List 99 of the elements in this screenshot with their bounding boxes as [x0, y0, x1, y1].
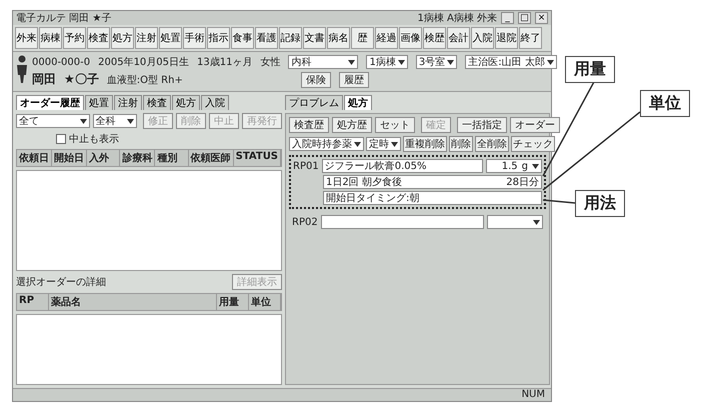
- toolbar-button[interactable]: 注射: [135, 27, 158, 49]
- toolbar-button[interactable]: 看護: [255, 27, 278, 49]
- toolbar-button[interactable]: 記録: [279, 27, 302, 49]
- checkbox-label: 中止も表示: [69, 132, 119, 146]
- drug-field[interactable]: ジフラール軟膏0.05%: [322, 159, 483, 173]
- caret-icon: [80, 118, 87, 124]
- amount-field[interactable]: [487, 215, 543, 229]
- window-title: 電子カルテ 岡田 ★子: [16, 12, 112, 25]
- edit-button[interactable]: チェック: [511, 136, 555, 152]
- status-text: 1病棟 A病棟 外来: [417, 12, 497, 25]
- order-button[interactable]: セット: [375, 117, 415, 133]
- toolbar-button[interactable]: 歴: [351, 27, 374, 49]
- toolbar-button[interactable]: 検査: [87, 27, 110, 49]
- column-header: 用量: [216, 294, 249, 310]
- column-header: 依頼医師: [188, 150, 234, 166]
- toolbar-button[interactable]: 予約: [63, 27, 86, 49]
- amount-field[interactable]: 1.5 g: [486, 159, 542, 173]
- tab[interactable]: 注射: [114, 95, 142, 110]
- tab[interactable]: 処方: [172, 95, 200, 110]
- edit-button[interactable]: 重複削除: [403, 136, 447, 152]
- edit-button[interactable]: 削除: [449, 136, 473, 152]
- patient-family-name: 岡田: [32, 71, 56, 88]
- toolbar-button[interactable]: 指示: [207, 27, 230, 49]
- caret-icon: [127, 118, 134, 124]
- caret-icon: [391, 142, 398, 146]
- tab[interactable]: 処置: [85, 95, 113, 110]
- tab[interactable]: プロブレム: [285, 95, 343, 110]
- column-header: 依頼日: [17, 150, 52, 166]
- order-button[interactable]: 一括指定: [457, 117, 507, 133]
- usage-field[interactable]: 1日2回 朝夕食後 28日分: [323, 175, 542, 189]
- caret-icon: [348, 60, 356, 64]
- type-select[interactable]: 入院時持参薬: [289, 137, 364, 151]
- department-select[interactable]: 内科: [288, 55, 358, 69]
- filter-select[interactable]: 全科: [92, 114, 137, 128]
- caret-icon: [398, 60, 405, 64]
- toolbar-button[interactable]: 食事: [231, 27, 254, 49]
- column-header: 種別: [155, 150, 189, 166]
- toolbar-button[interactable]: 処方: [111, 27, 134, 49]
- toolbar-button[interactable]: 病棟: [39, 27, 62, 49]
- age-text: 13歳11ヶ月: [197, 56, 252, 69]
- room-select[interactable]: 3号室: [416, 55, 458, 69]
- order-button[interactable]: 検査歴: [289, 117, 329, 133]
- toolbar-button[interactable]: 退院: [495, 27, 518, 49]
- timing-field[interactable]: 開始日タイミング:朝: [323, 191, 542, 205]
- column-header: 薬品名: [49, 294, 217, 310]
- column-header: 単位: [248, 294, 281, 310]
- rp-label: RP02: [292, 216, 318, 228]
- patient-button[interactable]: 履歴: [338, 72, 369, 88]
- toolbar-button[interactable]: 画像: [399, 27, 422, 49]
- ward-select[interactable]: 1病棟: [366, 55, 408, 69]
- column-header: STATUS: [234, 150, 282, 166]
- tab[interactable]: 検査: [143, 95, 171, 110]
- toolbar-button[interactable]: 文書: [303, 27, 326, 49]
- leader-line: [543, 200, 575, 203]
- caret-icon: [546, 60, 554, 64]
- tab[interactable]: オーダー履歴: [16, 95, 84, 110]
- type-select[interactable]: 定時: [366, 137, 401, 151]
- window-control-button[interactable]: ×: [535, 12, 548, 24]
- caret-icon: [532, 164, 539, 168]
- toolbar-button[interactable]: 病名: [327, 27, 350, 49]
- status-text: NUM: [522, 389, 545, 401]
- caret-icon: [447, 60, 454, 64]
- toolbar-button[interactable]: 入院: [471, 27, 494, 49]
- checkbox[interactable]: [56, 134, 66, 144]
- callout-label: 用法: [575, 190, 625, 217]
- toolbar-button[interactable]: 手術: [183, 27, 206, 49]
- order-button[interactable]: オーダー: [510, 117, 560, 133]
- blood-type: 血液型:O型 Rh+: [106, 74, 183, 86]
- birth-date: 2005年10月05日生: [98, 56, 190, 69]
- column-header: 開始日: [52, 150, 87, 166]
- window-control-button[interactable]: □: [518, 12, 531, 24]
- tab[interactable]: 処方: [344, 95, 372, 110]
- column-header: 入外: [87, 150, 120, 166]
- doctor-select[interactable]: 主治医:山田 太郎: [465, 55, 557, 69]
- window-control-button[interactable]: _: [501, 12, 514, 24]
- callout-label: 単位: [640, 90, 690, 117]
- column-header: RP: [17, 294, 50, 310]
- drug-field[interactable]: [320, 215, 484, 229]
- toolbar-button[interactable]: 終了: [519, 27, 542, 49]
- callout-label: 用量: [565, 56, 615, 83]
- toolbar-button[interactable]: 経過: [375, 27, 398, 49]
- tab[interactable]: 入院: [201, 95, 229, 110]
- column-header: 診療科: [120, 150, 156, 166]
- toolbar-button[interactable]: 処置: [159, 27, 182, 49]
- patient-given-name: ★〇子: [64, 71, 99, 88]
- patient-id: 0000-000-0: [32, 56, 90, 68]
- toolbar-button[interactable]: 会計: [447, 27, 470, 49]
- sex-text: 女性: [260, 56, 280, 69]
- toolbar-button[interactable]: 検歴: [423, 27, 446, 49]
- rp-label: RP01: [293, 160, 319, 172]
- toolbar-button[interactable]: 外来: [15, 27, 38, 49]
- order-button[interactable]: 処方歴: [332, 117, 372, 133]
- section-title: 選択オーダーの詳細: [16, 276, 106, 289]
- patient-button[interactable]: 保険: [300, 72, 331, 88]
- person-icon: [16, 55, 28, 83]
- edit-button[interactable]: 全削除: [475, 136, 509, 152]
- caret-icon: [533, 220, 540, 224]
- filter-select[interactable]: 全て: [16, 114, 90, 128]
- caret-icon: [354, 142, 361, 146]
